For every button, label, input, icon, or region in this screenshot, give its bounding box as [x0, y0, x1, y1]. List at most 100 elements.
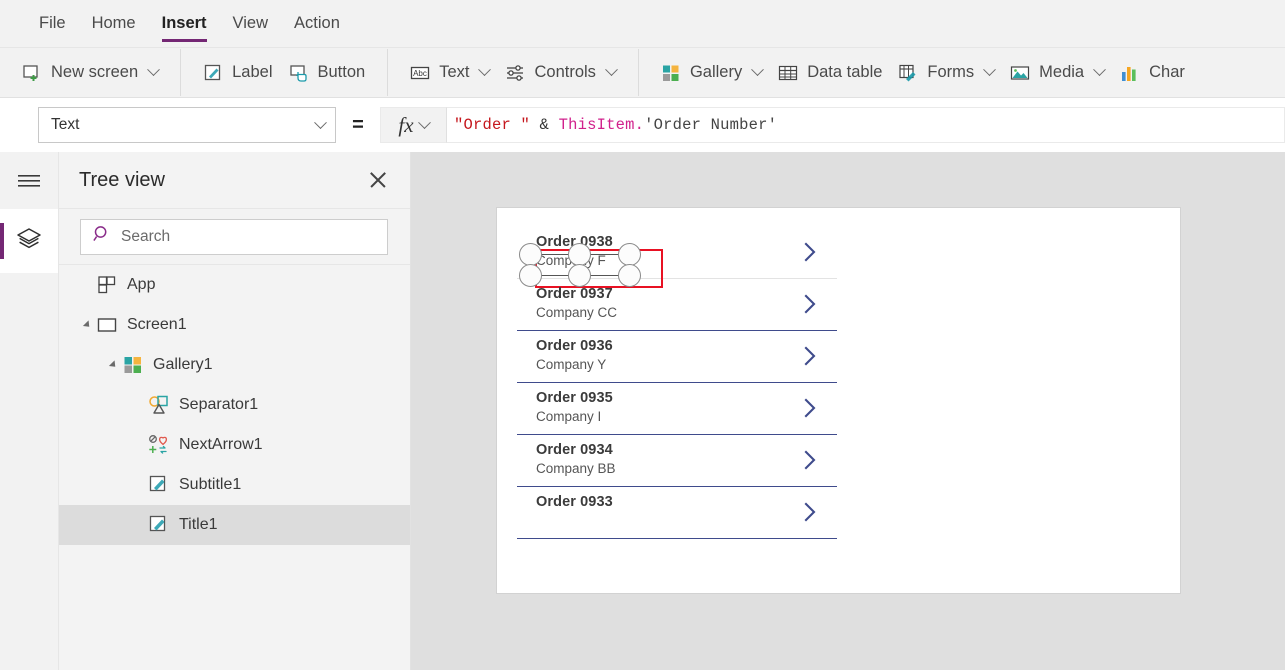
charts-icon — [1120, 63, 1140, 83]
tree-node-title1[interactable]: Title1 — [59, 505, 410, 545]
next-arrow-icon[interactable] — [804, 345, 817, 367]
canvas-workspace: Order 0938 Company F Order 0937 Company CC O… — [411, 152, 1285, 670]
tree-node-screen1[interactable]: Screen1 — [59, 305, 410, 345]
chevron-down-icon — [147, 63, 160, 77]
ribbon-button-char[interactable]: Char — [1112, 53, 1193, 93]
chevron-down-icon — [417, 115, 431, 129]
gallery-row-subtitle: Company BB — [536, 461, 616, 476]
ribbon-button-new-screen[interactable]: New screen — [14, 53, 166, 93]
sidebar-item-tree-view[interactable] — [0, 209, 58, 273]
formula-bar-row: Text = fx "Order " & ThisItem. 'Order Num… — [0, 98, 1285, 152]
chevron-down-icon — [605, 63, 618, 77]
property-select-value: Text — [51, 116, 80, 133]
property-select[interactable]: Text — [38, 107, 336, 143]
gallery-row-title: Order 0937 — [536, 286, 613, 302]
tree-node-label: Separator1 — [179, 396, 259, 413]
tree-node-label: Subtitle1 — [179, 476, 242, 493]
ribbon-button-label: Controls — [534, 63, 596, 81]
layers-icon — [16, 227, 42, 256]
gallery-row[interactable]: Order 0936 Company Y — [517, 331, 837, 383]
tree-view-title: Tree view — [79, 168, 165, 191]
next-arrow-icon[interactable] — [804, 501, 817, 523]
formula-token-6: 'Order Number' — [644, 116, 778, 134]
tree-node-app[interactable]: App — [59, 265, 410, 305]
tree-node-subtitle1[interactable]: Subtitle1 — [59, 465, 410, 505]
tree-node-separator1[interactable]: Separator1 — [59, 385, 410, 425]
icon-control-icon — [148, 434, 170, 456]
chevron-down-icon — [1093, 63, 1106, 77]
insert-ribbon: New screen Label Button Abc Text Controls Gall… — [0, 47, 1285, 98]
gallery-control[interactable]: Order 0938 Company F Order 0937 Company CC O… — [517, 227, 837, 567]
menu-item-insert[interactable]: Insert — [149, 1, 220, 47]
button-icon — [289, 63, 309, 83]
menu-item-home[interactable]: Home — [79, 1, 149, 47]
label-icon — [203, 63, 223, 83]
gallery-row-subtitle: Company I — [536, 409, 602, 424]
next-arrow-icon[interactable] — [804, 293, 817, 315]
new-screen-icon — [22, 63, 42, 83]
ribbon-button-label: Media — [1039, 63, 1085, 81]
ribbon-group-0: New screen — [0, 49, 182, 96]
ribbon-button-label: Data table — [807, 63, 883, 81]
chevron-expanded-icon — [82, 320, 92, 330]
gallery-icon — [122, 354, 144, 376]
screen-icon — [96, 314, 118, 336]
resize-handle[interactable] — [617, 242, 641, 266]
tree-view-panel: Tree view App Screen1 Gallery1 Separator1 Ne… — [59, 152, 411, 670]
gallery-icon — [661, 63, 681, 83]
sliders-icon — [505, 63, 525, 83]
gallery-row[interactable]: Order 0935 Company I — [517, 383, 837, 435]
next-arrow-icon[interactable] — [804, 449, 817, 471]
gallery-row-title: Order 0936 — [536, 338, 613, 354]
chevron-expanded-icon — [108, 360, 118, 370]
search-icon — [93, 225, 111, 248]
ribbon-button-data-table[interactable]: Data table — [770, 53, 890, 93]
tree-node-nextarrow1[interactable]: NextArrow1 — [59, 425, 410, 465]
ribbon-button-label[interactable]: Label — [195, 53, 280, 93]
gallery-row-subtitle: Company CC — [536, 305, 618, 320]
next-arrow-icon[interactable] — [804, 397, 817, 419]
ribbon-button-gallery[interactable]: Gallery — [653, 53, 770, 93]
gallery-row[interactable]: Order 0934 Company BB — [517, 435, 837, 487]
ribbon-button-media[interactable]: Media — [1002, 53, 1112, 93]
power-apps-studio: File Home Insert View Action New screen Label… — [0, 0, 1285, 670]
search-box[interactable] — [80, 218, 388, 255]
left-rail — [0, 152, 59, 670]
gallery-row[interactable]: Order 0933 — [517, 487, 837, 539]
expand-collapse-icon[interactable] — [78, 320, 96, 330]
gallery-row-subtitle: Company Y — [536, 357, 607, 372]
tree-node-label: Gallery1 — [153, 356, 213, 373]
resize-handle[interactable] — [518, 242, 542, 266]
ribbon-button-label: New screen — [51, 63, 139, 81]
formula-token-4: ThisItem — [558, 116, 635, 134]
ribbon-button-label: Forms — [927, 63, 975, 81]
menu-bar: File Home Insert View Action — [0, 0, 1285, 47]
tree-node-gallery1[interactable]: Gallery1 — [59, 345, 410, 385]
ribbon-button-controls[interactable]: Controls — [497, 53, 623, 93]
fx-icon: fx — [398, 112, 414, 137]
ribbon-button-label: Text — [439, 63, 470, 81]
formula-token-5: . — [634, 116, 645, 134]
hamburger-icon[interactable] — [0, 152, 58, 209]
data-table-icon — [778, 63, 798, 83]
tree-view-header: Tree view — [59, 152, 410, 209]
menu-item-view[interactable]: View — [220, 1, 281, 47]
ribbon-button-button[interactable]: Button — [281, 53, 374, 93]
search-input[interactable] — [121, 227, 375, 246]
close-icon[interactable] — [364, 166, 392, 194]
chevron-down-icon — [478, 63, 492, 77]
menu-item-action[interactable]: Action — [281, 1, 353, 47]
resize-handle[interactable] — [567, 242, 591, 266]
ribbon-button-text[interactable]: Abc Text — [402, 53, 497, 93]
formula-input[interactable]: "Order " & ThisItem. 'Order Number' — [446, 107, 1285, 143]
app-screen-canvas[interactable]: Order 0938 Company F Order 0937 Company CC O… — [497, 208, 1180, 593]
ribbon-button-forms[interactable]: Forms — [890, 53, 1002, 93]
gallery-row[interactable]: Order 0937 Company CC — [517, 279, 837, 331]
menu-item-file[interactable]: File — [26, 1, 79, 47]
gallery-row[interactable]: Order 0938 Company F — [517, 227, 837, 288]
expand-collapse-icon[interactable] — [104, 360, 122, 370]
chevron-down-icon — [751, 63, 765, 77]
next-arrow-icon[interactable] — [804, 241, 817, 263]
fx-button[interactable]: fx — [380, 107, 446, 143]
ribbon-button-label: Button — [317, 63, 366, 81]
